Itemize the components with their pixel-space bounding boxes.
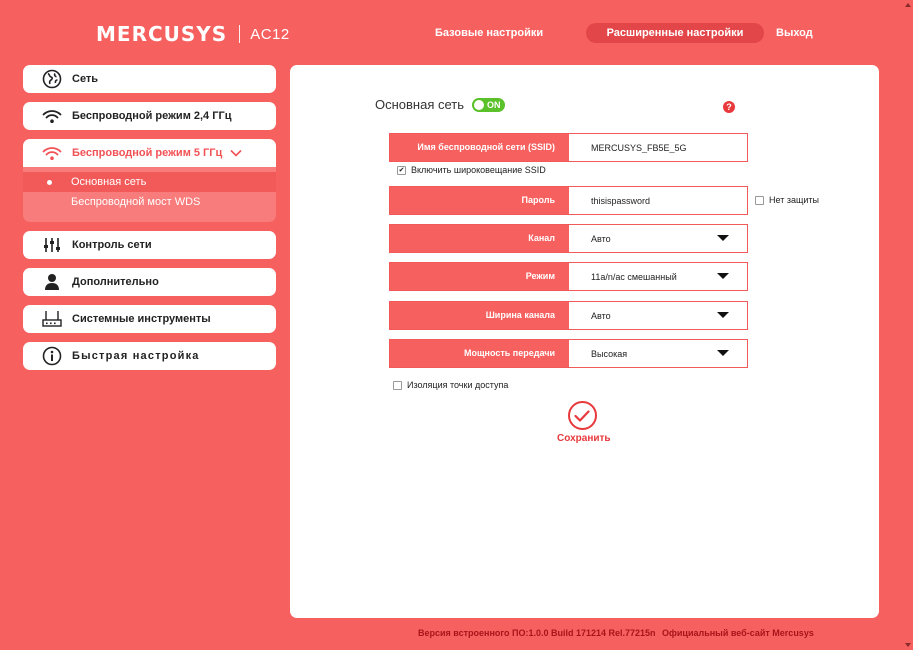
broadcast-ssid-label: Включить широковещание SSID [411,165,546,175]
network-toggle[interactable]: ON [472,97,506,112]
dropdown-arrow-icon [717,273,729,279]
section-title: Основная сеть [375,97,465,112]
wireless-5-submenu: Основная сеть Беспроводной мост WDS [23,167,276,222]
sidebar-item-wireless-5[interactable]: Беспроводной режим 5 ГГц [23,139,276,167]
toggle-label: ON [487,99,501,110]
no-security-label: Нет защиты [769,195,819,205]
sidebar-item-advanced[interactable]: Дополнительно [23,268,276,296]
mode-row: Режим 11a/n/ac смешанный [389,262,748,291]
channel-width-select[interactable]: Авто [569,302,747,329]
submenu-item-wds-bridge[interactable]: Беспроводной мост WDS [23,192,276,212]
scroll-up-icon[interactable] [905,3,911,7]
tx-power-value: Высокая [591,348,628,359]
router-icon [41,308,63,330]
user-icon [41,271,63,293]
mode-value: 11a/n/ac смешанный [591,271,677,282]
channel-width-row: Ширина канала Авто [389,301,748,330]
channel-label: Канал [390,225,569,252]
sidebar-item-system-tools[interactable]: Системные инструменты [23,305,276,333]
password-row: Пароль [389,186,748,215]
no-security-checkbox[interactable] [755,195,764,205]
help-icon[interactable]: ? [723,101,735,113]
wifi-icon [41,142,63,164]
toggle-knob [474,99,485,110]
firmware-version: Версия встроенного ПО:1.0.0 Build 171214… [418,628,656,638]
dropdown-arrow-icon [717,312,729,318]
sidebar-item-label: Дополнительно [72,276,159,288]
sidebar-item-network-control[interactable]: Контроль сети [23,231,276,259]
channel-row: Канал Авто [389,224,748,253]
top-navigation: Базовые настройки Расширенные настройки … [0,23,913,43]
sidebar-item-quick-setup[interactable]: Быстрая настройка [23,342,276,370]
page-scrollbar[interactable] [903,0,913,650]
save-button[interactable]: Сохранить [557,401,611,444]
nav-basic-settings[interactable]: Базовые настройки [435,23,543,43]
section-header: Основная сеть ON [375,97,506,112]
tx-power-select[interactable]: Высокая [569,340,747,367]
channel-width-value: Авто [591,310,611,321]
chevron-down-icon [230,149,242,157]
sidebar-item-wireless-24[interactable]: Беспроводной режим 2,4 ГГц [23,102,276,130]
ap-isolation-checkbox[interactable] [393,380,402,390]
settings-panel: Основная сеть ON ? Имя беспроводной сети… [290,65,879,618]
globe-icon [41,68,63,90]
no-security-option: Нет защиты [755,195,819,205]
sidebar: Сеть Беспроводной режим 2,4 ГГц Беспрово… [23,65,276,379]
sidebar-item-label: Быстрая настройка [72,350,200,362]
sliders-icon [41,234,63,256]
channel-width-label: Ширина канала [390,302,569,329]
tx-power-label: Мощность передачи [390,340,569,367]
dropdown-arrow-icon [717,350,729,356]
official-website-link[interactable]: Официальный веб-сайт Mercusys [662,628,814,638]
broadcast-ssid-option: Включить широковещание SSID [397,165,546,175]
password-input[interactable] [591,195,741,206]
ap-isolation-option: Изоляция точки доступа [393,380,508,390]
scroll-down-icon[interactable] [905,643,911,647]
channel-value: Авто [591,233,611,244]
save-label: Сохранить [557,433,611,444]
sidebar-item-label: Системные инструменты [72,313,211,325]
tx-power-row: Мощность передачи Высокая [389,339,748,368]
dropdown-arrow-icon [717,235,729,241]
broadcast-ssid-checkbox[interactable] [397,165,406,175]
submenu-item-basic-network[interactable]: Основная сеть [23,172,276,192]
sidebar-item-label: Сеть [72,73,99,85]
mode-label: Режим [390,263,569,290]
sidebar-item-label: Контроль сети [72,239,152,251]
sidebar-item-label: Беспроводной режим 5 ГГц [72,147,223,159]
mode-select[interactable]: 11a/n/ac смешанный [569,263,747,290]
ssid-row: Имя беспроводной сети (SSID) [389,133,748,162]
ssid-input[interactable] [591,142,741,153]
password-label: Пароль [390,187,569,214]
nav-advanced-settings[interactable]: Расширенные настройки [586,23,764,43]
ap-isolation-label: Изоляция точки доступа [407,380,509,390]
channel-select[interactable]: Авто [569,225,747,252]
info-icon [41,345,63,367]
nav-exit[interactable]: Выход [776,23,813,43]
checkmark-icon [567,401,597,430]
ssid-label: Имя беспроводной сети (SSID) [390,134,569,161]
sidebar-item-label: Беспроводной режим 2,4 ГГц [72,110,232,122]
sidebar-item-network[interactable]: Сеть [23,65,276,93]
wifi-icon [41,105,63,127]
